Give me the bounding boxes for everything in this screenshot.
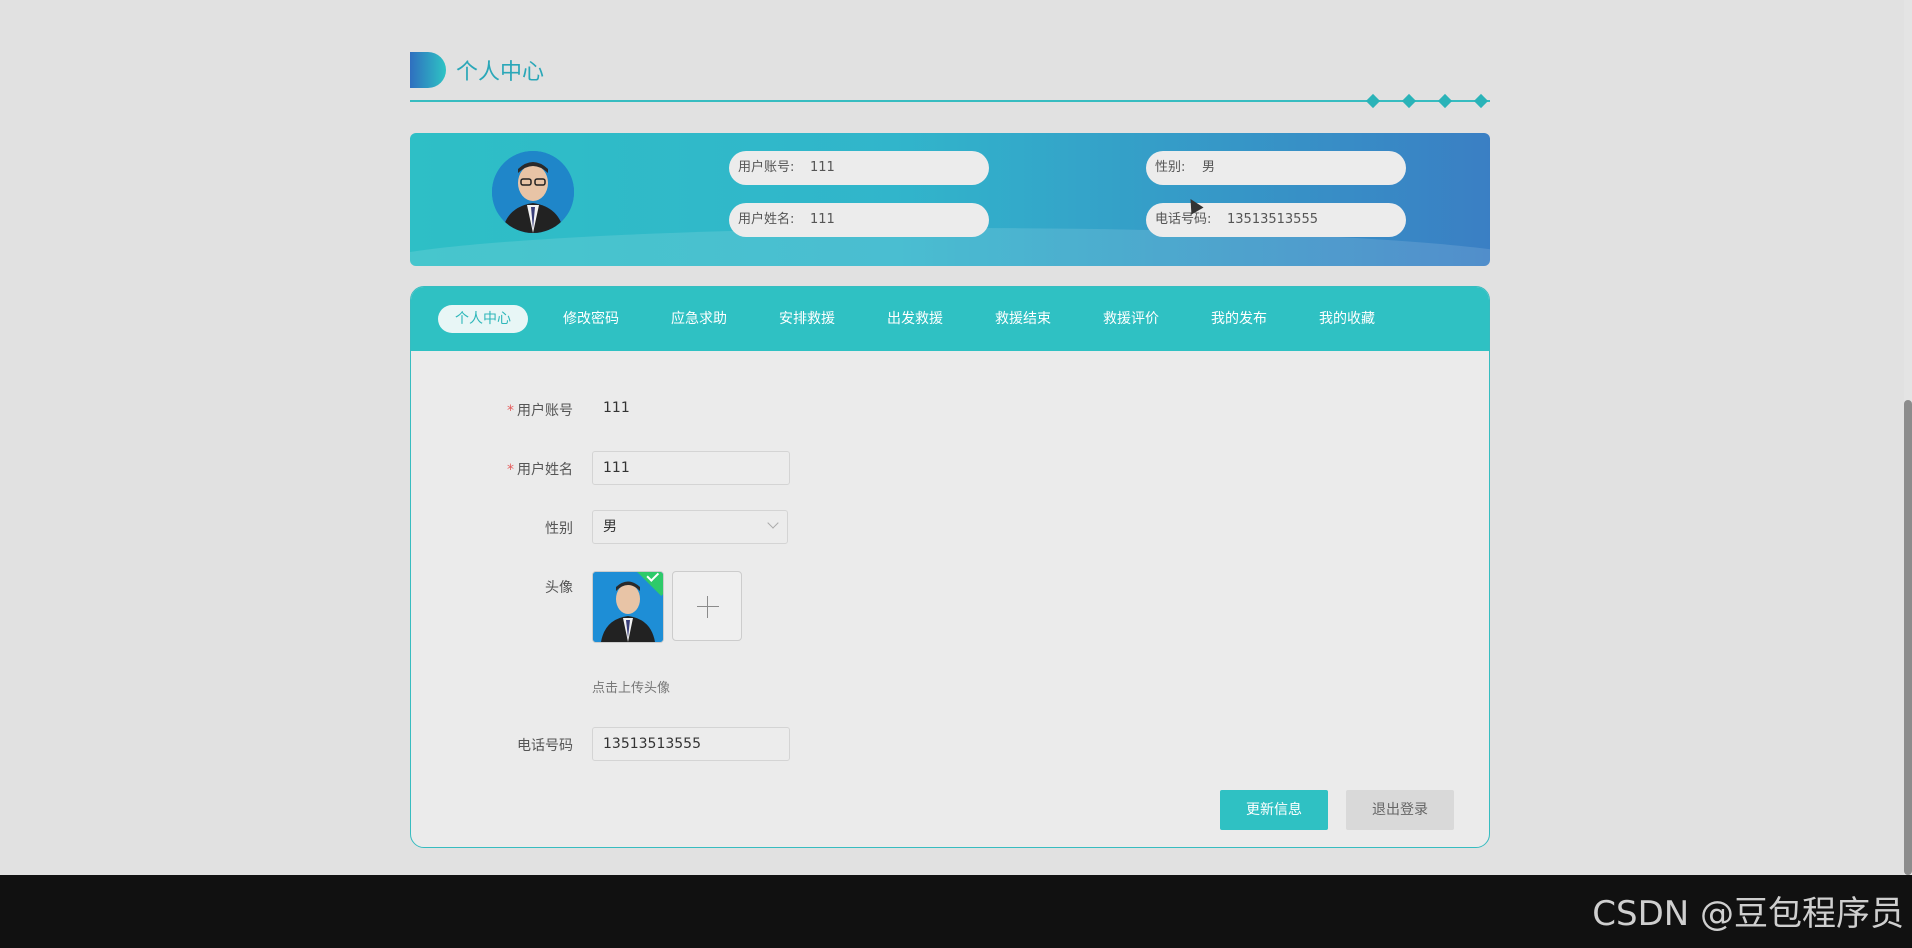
tab-arrange-rescue[interactable]: 安排救援	[762, 305, 852, 333]
avatar	[492, 151, 574, 233]
banner-name-value: 111	[810, 212, 835, 227]
tab-personal-center[interactable]: 个人中心	[438, 305, 528, 333]
diamond-icon	[1473, 93, 1489, 109]
avatar-thumbnail[interactable]	[592, 571, 664, 643]
gender-label: 性别	[545, 521, 573, 537]
page-title: 个人中心	[456, 60, 545, 85]
gender-select[interactable]: 男	[592, 510, 788, 544]
tab-rescue-review[interactable]: 救援评价	[1086, 305, 1176, 333]
banner-phone-pill: 电话号码: 13513513555	[1146, 203, 1406, 237]
plus-icon	[697, 606, 719, 607]
account-label-text: 用户账号	[517, 403, 573, 419]
page-header: 个人中心	[410, 48, 1490, 109]
phone-field[interactable]: 13513513555	[592, 727, 790, 761]
banner-phone-value: 13513513555	[1227, 212, 1318, 227]
tab-my-posts[interactable]: 我的发布	[1194, 305, 1284, 333]
update-info-button[interactable]: 更新信息	[1220, 790, 1328, 830]
title-badge-icon	[410, 52, 446, 88]
tab-rescue-end[interactable]: 救援结束	[978, 305, 1068, 333]
tab-depart-rescue[interactable]: 出发救援	[870, 305, 960, 333]
watermark: CSDN @豆包程序员	[1592, 894, 1904, 934]
tab-my-favorites[interactable]: 我的收藏	[1302, 305, 1392, 333]
diamond-icon	[1365, 93, 1381, 109]
banner-name-pill: 用户姓名: 111	[729, 203, 989, 237]
account-label: * 用户账号	[453, 400, 573, 420]
plus-icon	[707, 596, 708, 618]
phone-label: 电话号码	[517, 738, 573, 754]
diamond-icon	[1437, 93, 1453, 109]
required-mark: *	[507, 403, 514, 419]
name-field[interactable]: 111	[592, 451, 790, 485]
banner-name-label: 用户姓名:	[738, 212, 795, 227]
chevron-down-icon	[767, 517, 779, 529]
scrollbar-thumb[interactable]	[1904, 400, 1912, 875]
tab-change-password[interactable]: 修改密码	[546, 305, 636, 333]
title-divider	[410, 100, 1490, 102]
banner-gender-pill: 性别: 男	[1146, 151, 1406, 185]
banner-gender-value: 男	[1202, 160, 1216, 175]
name-label-text: 用户姓名	[517, 462, 573, 478]
tab-bar: 个人中心 修改密码 应急求助 安排救援 出发救援 救援结束 救援评价 我的发布 …	[411, 287, 1489, 351]
banner-gender-label: 性别:	[1155, 160, 1186, 175]
banner-account-value: 111	[810, 160, 835, 175]
avatar-label: 头像	[545, 580, 573, 596]
banner-account-label: 用户账号:	[738, 160, 795, 175]
gender-select-value: 男	[603, 519, 617, 535]
banner-account-pill: 用户账号: 111	[729, 151, 989, 185]
profile-banner: 用户账号: 111 用户姓名: 111 性别: 男 电话号码: 13513513555	[410, 133, 1490, 266]
name-label: * 用户姓名	[453, 459, 573, 479]
tab-emergency-help[interactable]: 应急求助	[654, 305, 744, 333]
diamond-icon	[1401, 93, 1417, 109]
upload-hint: 点击上传头像	[592, 681, 671, 696]
required-mark: *	[507, 462, 514, 478]
user-avatar-icon	[492, 151, 574, 233]
account-value: 111	[603, 400, 630, 416]
profile-card: 个人中心 修改密码 应急求助 安排救援 出发救援 救援结束 救援评价 我的发布 …	[410, 286, 1490, 848]
avatar-upload-button[interactable]	[672, 571, 742, 641]
logout-button[interactable]: 退出登录	[1346, 790, 1454, 830]
